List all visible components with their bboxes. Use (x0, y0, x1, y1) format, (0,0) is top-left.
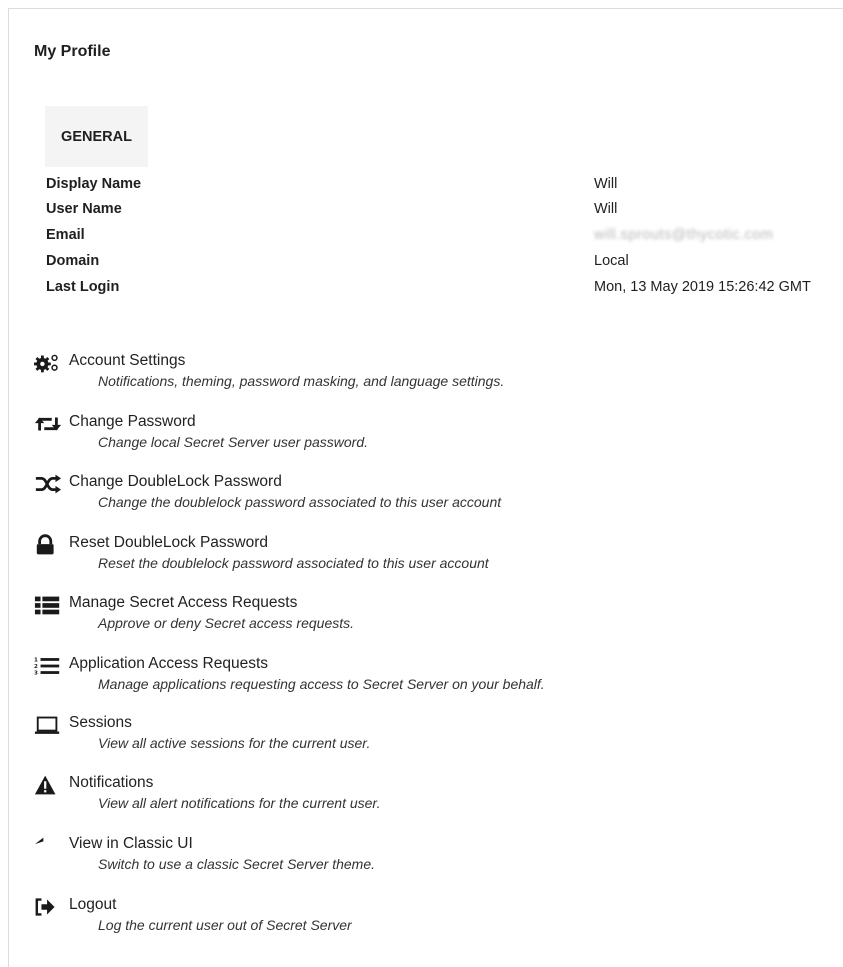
menu-item-description: Change the doublelock password associate… (98, 494, 502, 510)
warning-icon (34, 774, 62, 796)
menu-item-manage-secret-access-requests[interactable]: Manage Secret Access Requests Approve or… (34, 594, 834, 646)
menu-item-change-password[interactable]: Change Password Change local Secret Serv… (34, 413, 834, 465)
menu-item-description: Reset the doublelock password associated… (98, 555, 489, 571)
svg-text:2: 2 (34, 664, 38, 670)
cogs-icon (34, 352, 62, 374)
menu-item-title: Notifications (69, 774, 154, 791)
menu-item-account-settings[interactable]: Account Settings Notifications, theming,… (34, 352, 834, 404)
menu-item-title: Reset DoubleLock Password (69, 534, 269, 551)
tab-general[interactable]: GENERAL (45, 106, 148, 167)
menu-item-application-access-requests[interactable]: 1 2 3 Application Access Requests Manage… (34, 655, 834, 707)
menu-item-notifications[interactable]: Notifications View all alert notificatio… (34, 774, 834, 826)
last-login-label: Last Login (46, 279, 120, 295)
menu-item-description: Log the current user out of Secret Serve… (98, 917, 352, 933)
menu-item-sessions[interactable]: Sessions View all active sessions for th… (34, 714, 834, 766)
menu-item-title: Application Access Requests (69, 655, 269, 672)
menu-item-description: Notifications, theming, password masking… (98, 373, 505, 389)
svg-text:1: 1 (34, 657, 38, 663)
retweet-icon (34, 413, 62, 435)
menu-item-description: Manage applications requesting access to… (98, 676, 545, 692)
list-icon (34, 594, 62, 616)
display-name-label: Display Name (46, 176, 142, 192)
menu-item-description: View all active sessions for the current… (98, 735, 371, 751)
menu-item-description: Approve or deny Secret access requests. (98, 615, 355, 631)
menu-item-logout[interactable]: Logout Log the current user out of Secre… (34, 896, 834, 948)
menu-item-view-in-classic-ui[interactable]: View in Classic UI Switch to use a class… (34, 835, 834, 887)
email-label: Email (46, 227, 85, 243)
domain-label: Domain (46, 253, 100, 269)
user-name-label: User Name (46, 201, 122, 217)
menu-item-change-doublelock-password[interactable]: Change DoubleLock Password Change the do… (34, 473, 834, 525)
numbered-list-icon: 1 2 3 (34, 655, 62, 677)
menu-item-title: Change DoubleLock Password (69, 473, 282, 490)
menu-item-title: Sessions (69, 714, 132, 731)
menu-item-title: Manage Secret Access Requests (69, 594, 298, 611)
domain-value: Local (594, 253, 629, 269)
sign-out-icon (34, 896, 62, 918)
menu-item-description: Change local Secret Server user password… (98, 434, 369, 450)
email-value: will.sprouts@thycotic.com (594, 227, 774, 243)
reply-icon (34, 835, 62, 857)
display-name-value: Will (594, 176, 618, 192)
menu-item-description: View all alert notifications for the cur… (98, 795, 381, 811)
svg-text:3: 3 (34, 670, 38, 676)
shuffle-icon (34, 473, 62, 495)
lock-icon (34, 534, 62, 556)
menu-item-title: Account Settings (69, 352, 186, 369)
menu-item-description: Switch to use a classic Secret Server th… (98, 856, 375, 872)
user-name-value: Will (594, 201, 618, 217)
page-title: My Profile (34, 43, 111, 60)
menu-item-title: Change Password (69, 413, 196, 430)
menu-item-title: Logout (69, 896, 117, 913)
menu-item-reset-doublelock-password[interactable]: Reset DoubleLock Password Reset the doub… (34, 534, 834, 586)
menu-item-title: View in Classic UI (69, 835, 193, 852)
laptop-icon (34, 714, 62, 736)
last-login-value: Mon, 13 May 2019 15:26:42 GMT (594, 279, 811, 295)
